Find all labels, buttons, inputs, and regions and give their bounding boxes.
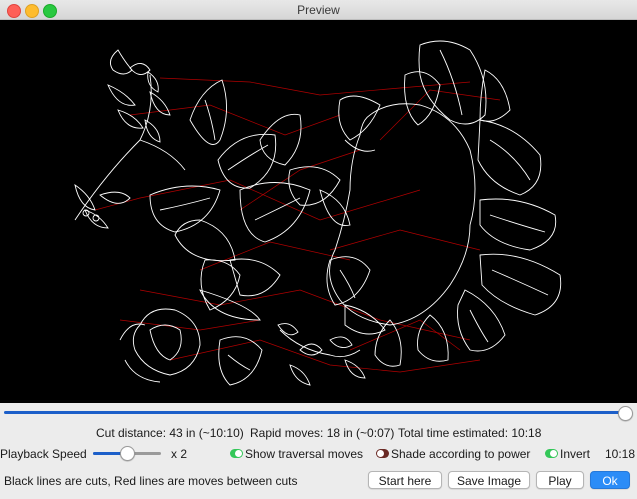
save-image-button[interactable]: Save Image (448, 471, 530, 489)
playback-speed-label: Playback Speed (0, 447, 87, 461)
play-button[interactable]: Play (536, 471, 584, 489)
shade-power-label[interactable]: Shade according to power (391, 447, 530, 461)
rapid-moves-text: Rapid moves: 18 in (~0:07) (250, 426, 395, 440)
ok-button[interactable]: Ok (590, 471, 630, 489)
speed-multiplier: x 2 (171, 447, 188, 461)
playback-position-track[interactable] (4, 411, 624, 414)
traversal-moves (94, 77, 501, 373)
legend-note: Black lines are cuts, Red lines are move… (4, 474, 298, 488)
show-traversal-toggle[interactable] (230, 449, 243, 458)
controls-row: Playback Speed x 2 Show traversal moves … (0, 446, 637, 462)
total-time-text: Total time estimated: 10:18 (398, 426, 542, 440)
elapsed-time: 10:18 (605, 447, 636, 461)
cut-distance-text: Cut distance: 43 in (~10:10) (96, 426, 244, 440)
preview-canvas[interactable] (0, 20, 637, 403)
cut-lines (74, 40, 562, 386)
start-here-button[interactable]: Start here (368, 471, 442, 489)
window-title: Preview (297, 3, 340, 17)
show-traversal-label[interactable]: Show traversal moves (245, 447, 363, 461)
playback-position-thumb[interactable] (618, 406, 633, 421)
title-bar: Preview (0, 0, 637, 20)
invert-label[interactable]: Invert (560, 447, 590, 461)
invert-toggle[interactable] (545, 449, 558, 458)
stats-row: Cut distance: 43 in (~10:10) Rapid moves… (0, 426, 637, 440)
cut-path-drawing (74, 40, 562, 386)
shade-power-toggle[interactable] (376, 449, 389, 458)
playback-speed-thumb[interactable] (120, 446, 135, 461)
footer-row: Black lines are cuts, Red lines are move… (0, 471, 637, 491)
